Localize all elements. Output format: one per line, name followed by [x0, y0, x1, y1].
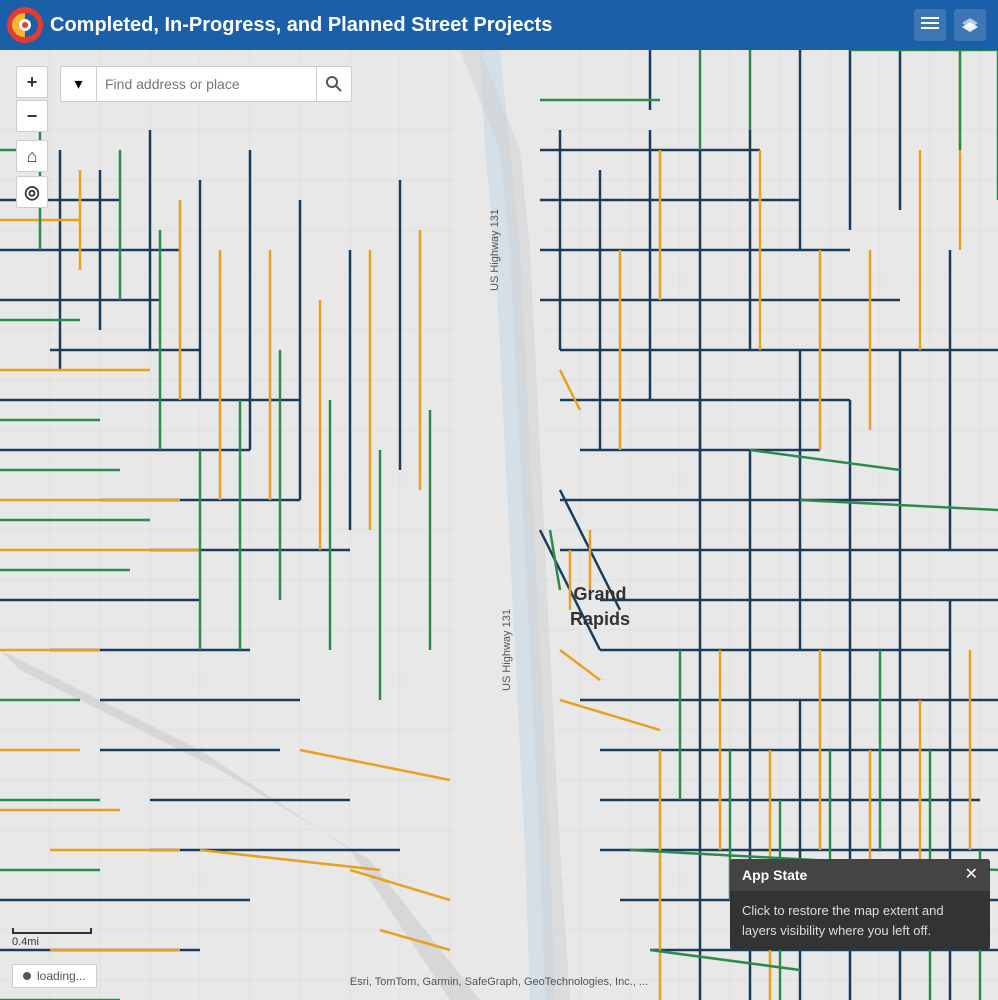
search-dropdown-button[interactable]: ▾ — [60, 66, 96, 102]
popup-body: Click to restore the map extent and laye… — [730, 891, 990, 950]
app-logo — [0, 0, 50, 50]
stack-layers-button[interactable] — [954, 9, 986, 41]
header: Completed, In-Progress, and Planned Stre… — [0, 0, 998, 50]
page-title: Completed, In-Progress, and Planned Stre… — [50, 14, 914, 37]
search-button[interactable] — [316, 66, 352, 102]
popup-text: Click to restore the map extent and laye… — [742, 903, 944, 938]
loading-indicator — [23, 972, 31, 980]
scale-label: 0.4mi — [12, 936, 39, 948]
svg-text:Rapids: Rapids — [570, 609, 630, 629]
map-controls: + − ⌂ ◎ — [16, 66, 48, 208]
svg-text:Grand: Grand — [573, 584, 626, 604]
popup-close-button[interactable]: ✕ — [965, 867, 978, 883]
loading-bar: loading... — [12, 964, 97, 988]
map-svg: US Highway 131 US Highway 131 Grand Rapi… — [0, 50, 998, 1000]
popup-title: App State — [742, 867, 807, 883]
app-state-popup: App State ✕ Click to restore the map ext… — [730, 859, 990, 950]
search-input[interactable] — [96, 66, 316, 102]
zoom-out-button[interactable]: − — [16, 100, 48, 132]
svg-text:US Highway 131: US Highway 131 — [489, 209, 501, 291]
svg-text:US Highway 131: US Highway 131 — [501, 609, 513, 691]
map-attribution: Esri, TomTom, Garmin, SafeGraph, GeoTech… — [350, 976, 648, 988]
app: Completed, In-Progress, and Planned Stre… — [0, 0, 998, 1000]
scale-line — [12, 928, 92, 934]
header-controls — [914, 9, 998, 41]
chevron-down-icon: ▾ — [74, 74, 82, 94]
map-container[interactable]: US Highway 131 US Highway 131 Grand Rapi… — [0, 50, 998, 1000]
layers-button[interactable] — [914, 9, 946, 41]
search-bar: ▾ — [60, 66, 352, 102]
loading-text: loading... — [37, 969, 86, 983]
home-button[interactable]: ⌂ — [16, 140, 48, 172]
locate-button[interactable]: ◎ — [16, 176, 48, 208]
zoom-in-button[interactable]: + — [16, 66, 48, 98]
popup-header: App State ✕ — [730, 859, 990, 891]
scale-bar: 0.4mi — [12, 928, 92, 948]
